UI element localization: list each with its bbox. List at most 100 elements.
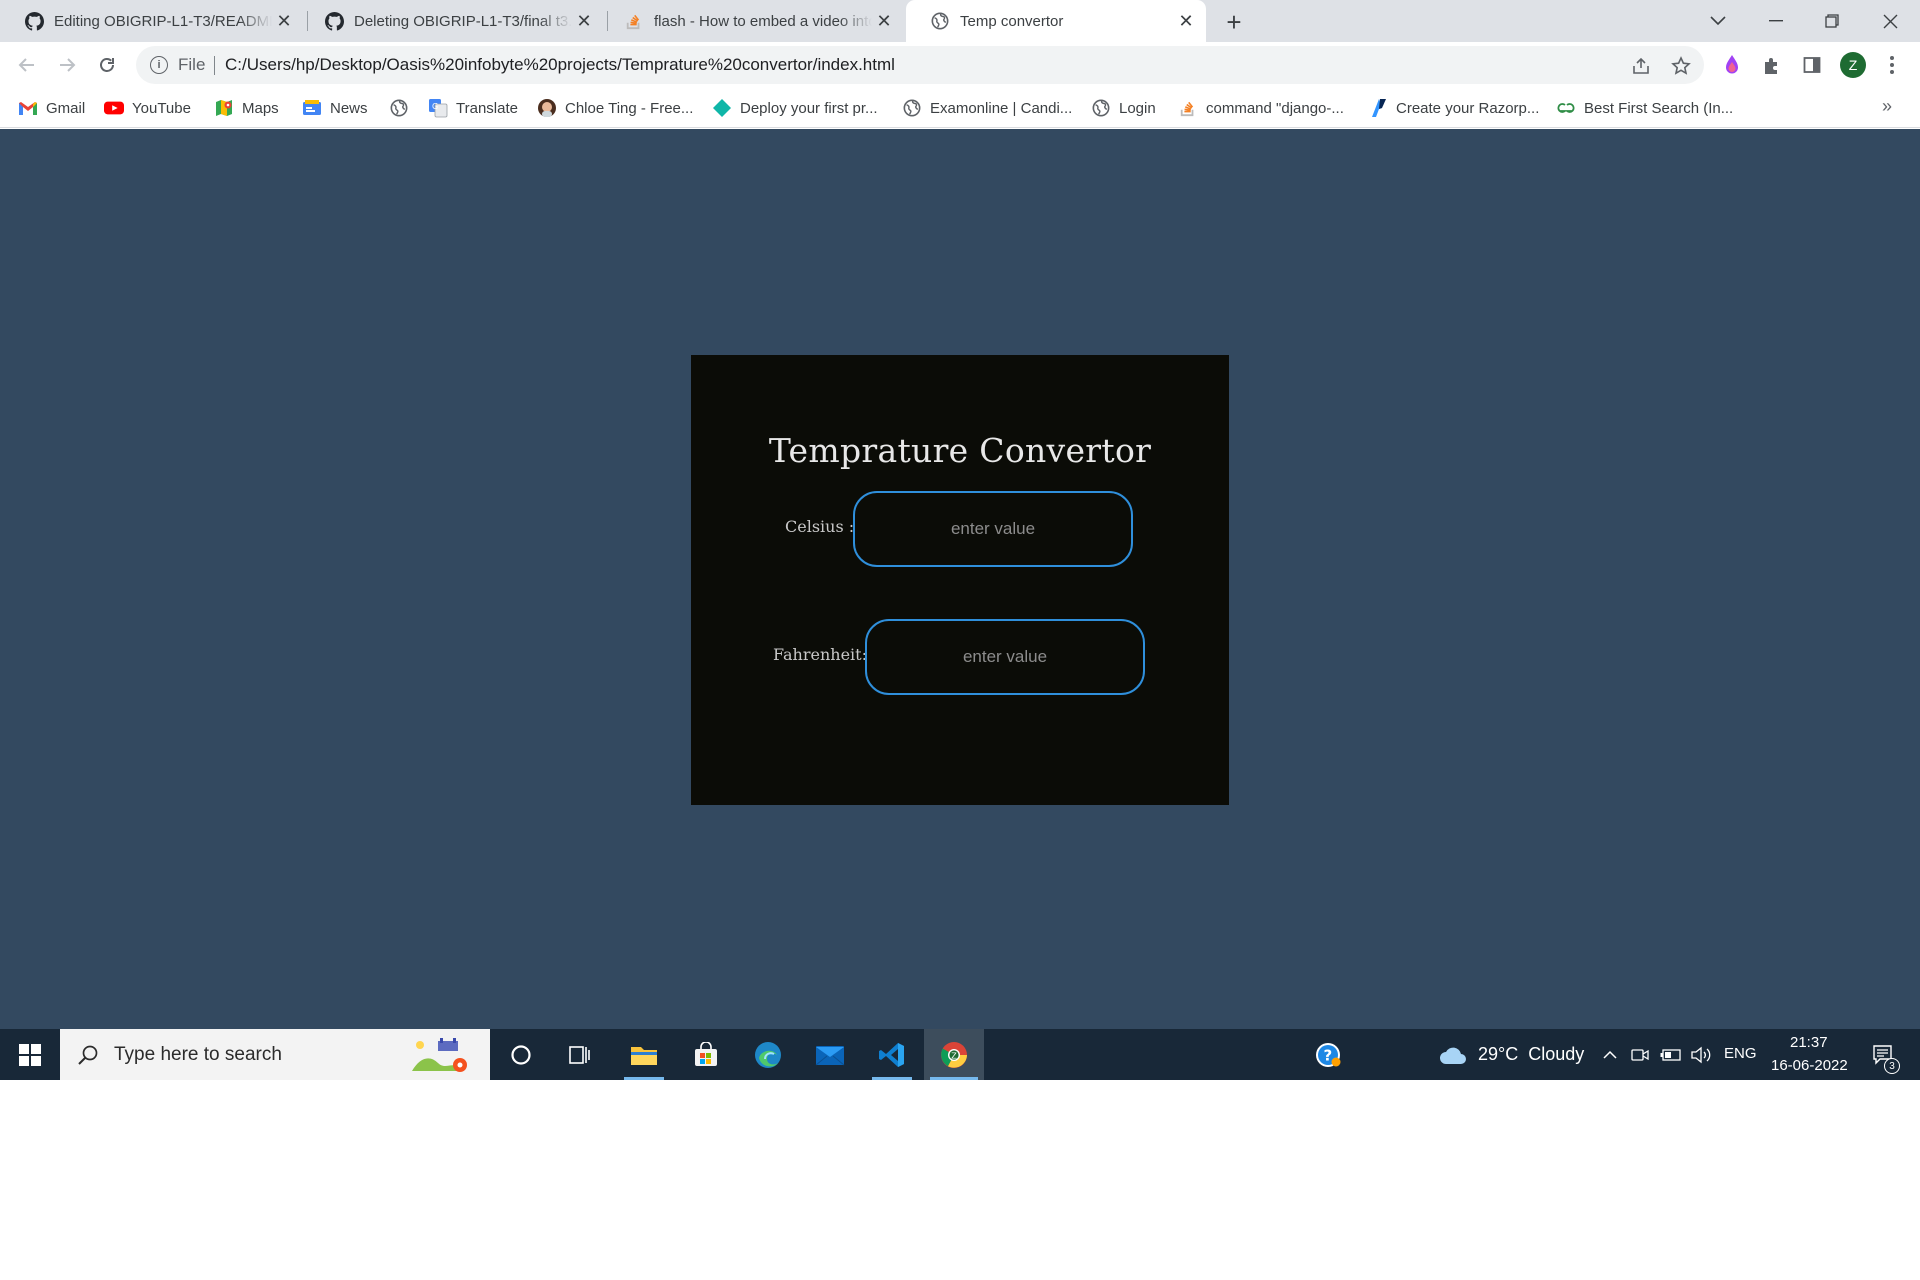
bookmark-label: Chloe Ting - Free... [565, 99, 694, 117]
volume-button[interactable] [1688, 1029, 1716, 1080]
bookmark-examonline[interactable]: Examonline | Candi... [902, 96, 1072, 120]
restore-icon[interactable] [1804, 0, 1860, 42]
tab-search-chevron-icon[interactable] [1690, 0, 1746, 42]
bookmark-label: Examonline | Candi... [930, 99, 1073, 117]
translate-icon: G [428, 98, 448, 118]
bookmark-translate[interactable]: G Translate [428, 96, 518, 120]
language-indicator[interactable]: ENG [1724, 1045, 1757, 1062]
bookmark-gmail[interactable]: Gmail [18, 96, 85, 120]
bookmark-login[interactable]: Login [1091, 96, 1156, 120]
chevron-up-icon [1603, 1050, 1617, 1059]
fahrenheit-input[interactable] [865, 619, 1145, 695]
kebab-menu-icon[interactable] [1880, 53, 1904, 77]
razorpay-icon [1368, 98, 1388, 118]
tab-deleting-video[interactable]: Deleting OBIGRIP-L1-T3/final t3.mp4 ✕ [300, 0, 604, 42]
tab-editing-readme[interactable]: Editing OBIGRIP-L1-T3/README.md ✕ [0, 0, 304, 42]
github-icon [24, 11, 44, 31]
converter-card: Temprature Convertor Celsius : Fahrenhei… [691, 355, 1229, 805]
clock-date[interactable]: 16-06-2022 [1771, 1057, 1848, 1074]
edge-button[interactable] [742, 1029, 794, 1080]
close-tab-icon[interactable]: ✕ [574, 11, 594, 31]
tab-temp-convertor[interactable]: Temp convertor ✕ [906, 0, 1206, 42]
cortana-button[interactable] [497, 1029, 545, 1080]
chrome-button[interactable]: Z [924, 1029, 984, 1080]
bookmark-news[interactable]: News [302, 96, 368, 120]
mail-icon [815, 1045, 845, 1065]
profile-avatar[interactable]: Z [1840, 52, 1866, 78]
minimize-icon[interactable] [1748, 0, 1804, 42]
close-tab-icon[interactable]: ✕ [1176, 11, 1196, 31]
show-hidden-icons-button[interactable] [1598, 1029, 1622, 1080]
gfg-icon [1556, 98, 1576, 118]
notification-badge: 3 [1884, 1058, 1900, 1074]
edge-icon [755, 1041, 781, 1068]
celsius-input[interactable] [853, 491, 1133, 567]
close-window-icon[interactable] [1862, 0, 1918, 42]
bookmark-label: Gmail [46, 99, 86, 117]
url-divider [214, 56, 215, 75]
url-text[interactable]: C:/Users/hp/Desktop/Oasis%20infobyte%20p… [225, 55, 895, 75]
clock-time[interactable]: 21:37 [1790, 1034, 1828, 1051]
bookmark-maps[interactable]: Maps [214, 96, 279, 120]
bookmark-label: Maps [242, 99, 279, 117]
svg-text:G: G [432, 102, 438, 111]
camera-icon [1631, 1048, 1649, 1061]
mail-button[interactable] [804, 1029, 856, 1080]
page-body: Temprature Convertor Celsius : Fahrenhei… [0, 129, 1920, 1029]
globe-icon [902, 98, 922, 118]
reload-button[interactable] [92, 50, 122, 80]
address-bar[interactable]: i File C:/Users/hp/Desktop/Oasis%20infob… [136, 46, 1704, 84]
forward-button[interactable] [52, 50, 82, 80]
stackoverflow-icon [624, 11, 644, 31]
back-button[interactable] [12, 50, 42, 80]
chrome-icon: Z [941, 1041, 967, 1068]
help-icon: ? [1316, 1042, 1341, 1067]
meet-now-button[interactable] [1628, 1029, 1652, 1080]
bookmark-label: YouTube [132, 99, 191, 117]
bookmark-globe[interactable] [389, 96, 417, 120]
bookmark-chloe-ting[interactable]: Chloe Ting - Free... [537, 96, 693, 120]
taskbar-search[interactable]: Type here to search [60, 1029, 490, 1080]
youtube-icon [104, 98, 124, 118]
vscode-button[interactable] [866, 1029, 918, 1080]
close-tab-icon[interactable]: ✕ [274, 11, 294, 31]
task-view-icon [569, 1045, 590, 1064]
bookmark-deploy[interactable]: Deploy your first pr... [712, 96, 878, 120]
browser-toolbar: i File C:/Users/hp/Desktop/Oasis%20infob… [0, 42, 1920, 88]
file-explorer-button[interactable] [618, 1029, 670, 1080]
extension-drop-icon[interactable] [1720, 53, 1744, 77]
globe-icon [930, 11, 950, 31]
extensions-puzzle-icon[interactable] [1760, 53, 1784, 77]
tab-title: Deleting OBIGRIP-L1-T3/final t3.mp4 [354, 12, 572, 30]
battery-button[interactable] [1658, 1029, 1684, 1080]
svg-text:Z: Z [951, 1051, 957, 1060]
close-tab-icon[interactable]: ✕ [874, 11, 894, 31]
bookmark-youtube[interactable]: YouTube [104, 96, 191, 120]
bookmark-label: Translate [456, 99, 518, 117]
search-highlight-icon [408, 1035, 474, 1075]
side-panel-icon[interactable] [1800, 53, 1824, 77]
fahrenheit-label: Fahrenheit: [773, 645, 867, 664]
new-tab-button[interactable]: + [1220, 7, 1248, 37]
help-button[interactable]: ? [1310, 1029, 1346, 1080]
cortana-icon [511, 1044, 531, 1065]
site-info-icon[interactable]: i [150, 56, 168, 74]
svg-text:?: ? [1324, 1046, 1333, 1064]
action-center-button[interactable]: 3 [1862, 1029, 1906, 1080]
bookmark-best-first-search[interactable]: Best First Search (In... [1556, 96, 1733, 120]
bookmark-django-command[interactable]: command "django-... [1178, 96, 1344, 120]
tab-stackoverflow[interactable]: flash - How to embed a video into ✕ [600, 0, 904, 42]
task-view-button[interactable] [556, 1029, 604, 1080]
weather-widget[interactable]: 29°C Cloudy [1438, 1029, 1588, 1080]
github-icon [324, 11, 344, 31]
weather-text: 29°C Cloudy [1478, 1044, 1585, 1064]
share-icon[interactable] [1630, 55, 1652, 77]
bookmark-label: News [330, 99, 368, 117]
start-button[interactable] [0, 1029, 60, 1080]
more-bookmarks-button[interactable]: » [1882, 96, 1892, 117]
bookmark-star-icon[interactable] [1670, 55, 1692, 77]
search-placeholder: Type here to search [114, 1043, 282, 1065]
bookmark-razorpay[interactable]: Create your Razorp... [1368, 96, 1539, 120]
ms-store-button[interactable] [680, 1029, 732, 1080]
bookmark-label: Login [1119, 99, 1156, 117]
